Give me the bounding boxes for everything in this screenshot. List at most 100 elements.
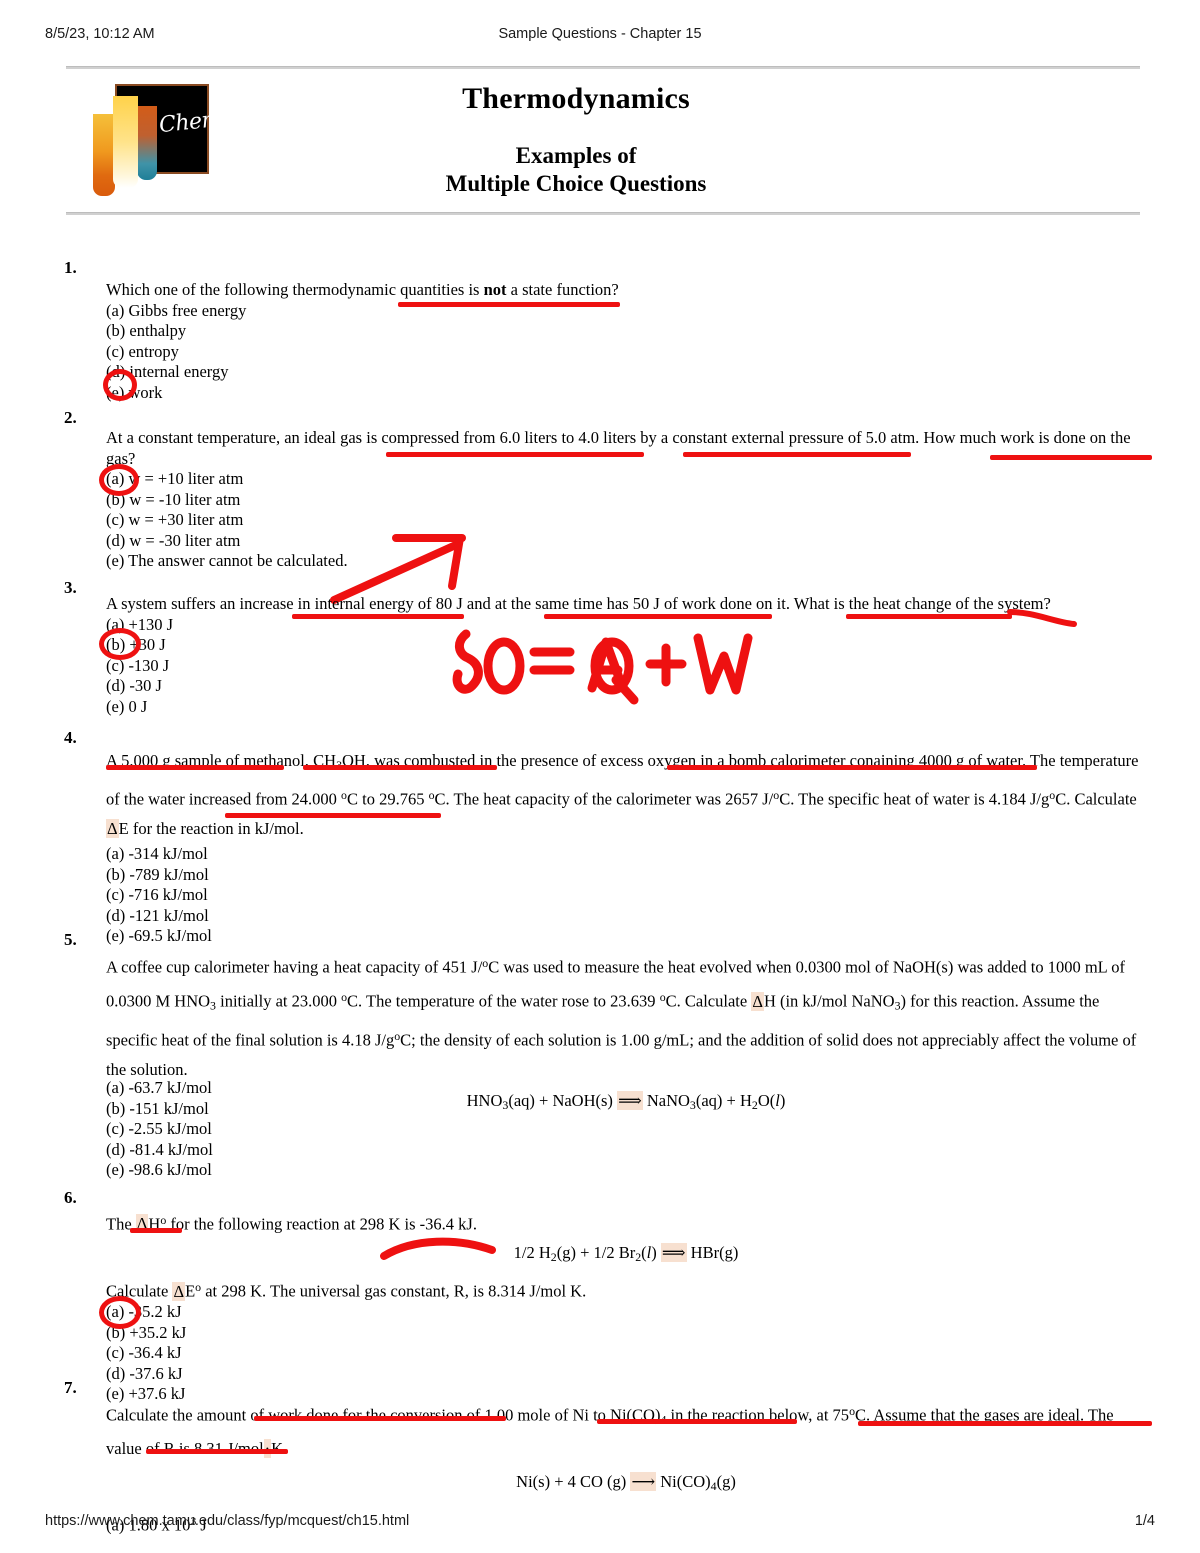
print-footer: https://www.chem.tamu.edu/class/fyp/mcqu… xyxy=(0,1513,1200,1531)
question-3-option-b[interactable]: (b) +30 J xyxy=(106,635,1146,656)
question-2-stem: At a constant temperature, an ideal gas … xyxy=(106,428,1131,468)
annotation-underline-q7-b xyxy=(597,1419,797,1424)
masthead-top-rule xyxy=(66,66,1140,69)
question-5-option-d[interactable]: (d) -81.4 kJ/mol xyxy=(106,1140,1142,1161)
question-6-option-d[interactable]: (d) -37.6 kJ xyxy=(106,1364,1146,1385)
print-footer-url: https://www.chem.tamu.edu/class/fyp/mcqu… xyxy=(45,1513,410,1529)
q6-stem-seg5: E xyxy=(185,1281,196,1301)
question-7-number: 7. xyxy=(64,1378,77,1397)
print-header-title: Sample Questions - Chapter 15 xyxy=(498,26,702,42)
question-6-body: The ΔHo for the following reaction at 29… xyxy=(106,1210,1146,1405)
chem-logo: Chem xyxy=(87,84,223,196)
page-subtitle: Examples of Multiple Choice Questions xyxy=(266,142,886,198)
page-title: Thermodynamics xyxy=(462,82,690,115)
question-6-option-c[interactable]: (c) -36.4 kJ xyxy=(106,1343,1146,1364)
question-3-option-c[interactable]: (c) -130 J xyxy=(106,656,1146,677)
question-5-stem: A coffee cup calorimeter having a heat c… xyxy=(106,956,1137,1079)
question-7-reaction: Ni(s) + 4 CO (g) ⟶ Ni(CO)4(g) xyxy=(516,1472,736,1494)
annotation-circle-q3-option-b xyxy=(99,628,141,660)
q4-stem-seg6: C. Calculate xyxy=(1055,789,1137,809)
annotation-underline-q7-d xyxy=(146,1449,288,1454)
question-6-option-a[interactable]: (a) -35.2 kJ xyxy=(106,1302,1146,1323)
question-3-number: 3. xyxy=(64,578,77,597)
logo-wordmark: Chem xyxy=(157,106,224,139)
annotation-underline-q7-c xyxy=(858,1421,1152,1426)
question-4-stem: A 5.000 g sample of methanol, CH3OH, was… xyxy=(106,751,1139,839)
annotation-circle-q6-option-c xyxy=(99,1296,141,1329)
question-1-option-c[interactable]: (c) entropy xyxy=(106,342,1142,363)
question-5-number: 5. xyxy=(64,930,77,949)
question-2-option-d[interactable]: (d) w = -30 liter atm xyxy=(106,531,1146,552)
question-2-option-e[interactable]: (e) The answer cannot be calculated. xyxy=(106,551,1146,572)
annotation-circle-q2-option-a xyxy=(99,464,139,496)
annotation-underline-q4-b xyxy=(303,765,497,770)
question-6-stem-2: Calculate ΔEo at 298 K. The universal ga… xyxy=(106,1280,587,1301)
question-2-body: At a constant temperature, an ideal gas … xyxy=(106,428,1146,572)
question-5-option-b[interactable]: (b) -151 kJ/mol xyxy=(106,1099,1142,1120)
question-3-option-e[interactable]: (e) 0 J xyxy=(106,697,1146,718)
q5-stem-seg6: H (in kJ/mol NaNO xyxy=(763,991,895,1011)
q6-stem-seg3: for the following reaction at 298 K is -… xyxy=(166,1214,477,1234)
annotation-underline-q4-d xyxy=(225,813,441,818)
question-7-stem: Calculate the amount of work done for th… xyxy=(106,1404,1114,1459)
test-tube-teal-icon xyxy=(137,106,157,180)
question-1-number: 1. xyxy=(64,258,77,277)
reaction-arrow-icon: ⟹ xyxy=(660,1242,687,1262)
question-4-body: A 5.000 g sample of methanol, CH3OH, was… xyxy=(106,746,1146,947)
question-1-option-a[interactable]: (a) Gibbs free energy xyxy=(106,301,1142,322)
q5-stem-seg5: C. Calculate xyxy=(665,991,752,1011)
masthead-bottom-rule xyxy=(66,212,1140,215)
question-5-option-a[interactable]: (a) -63.7 kJ/mol xyxy=(106,1078,1142,1099)
question-5-option-c[interactable]: (c) -2.55 kJ/mol xyxy=(106,1119,1142,1140)
question-2-option-c[interactable]: (c) w = +30 liter atm xyxy=(106,510,1146,531)
annotation-underline-q3-c xyxy=(846,614,1012,619)
q4-stem-seg4: C. The heat capacity of the calorimeter … xyxy=(434,789,774,809)
page-subtitle-line1: Examples of xyxy=(515,143,637,168)
question-4-option-b[interactable]: (b) -789 kJ/mol xyxy=(106,865,1146,886)
question-4-option-d[interactable]: (d) -121 kJ/mol xyxy=(106,906,1146,927)
q4-stem-seg3: C to 29.765 xyxy=(346,789,429,809)
question-1-stem: Which one of the following thermodynamic… xyxy=(106,280,619,299)
annotation-underline-q2-b xyxy=(683,452,911,457)
page-subtitle-line2: Multiple Choice Questions xyxy=(445,171,707,196)
question-1-option-d[interactable]: (d) internal energy xyxy=(106,362,1142,383)
question-3-stem: A system suffers an increase in internal… xyxy=(106,594,1051,613)
annotation-underline-q2-a xyxy=(386,452,644,457)
annotation-underline-q3-a xyxy=(292,614,464,619)
annotation-underline-q3-b xyxy=(544,614,772,619)
q5-stem-seg3: initially at 23.000 xyxy=(215,991,342,1011)
question-4-option-e[interactable]: (e) -69.5 kJ/mol xyxy=(106,926,1146,947)
question-6-option-b[interactable]: (b) +35.2 kJ xyxy=(106,1323,1146,1344)
question-1-option-b[interactable]: (b) enthalpy xyxy=(106,321,1142,342)
question-6-stem-1: The ΔHo for the following reaction at 29… xyxy=(106,1213,477,1234)
question-5-option-e[interactable]: (e) -98.6 kJ/mol xyxy=(106,1160,1142,1181)
q5-stem-seg1: A coffee cup calorimeter having a heat c… xyxy=(106,957,483,977)
document-page: 8/5/23, 10:12 AM Sample Questions - Chap… xyxy=(0,0,1200,1553)
question-4-option-a[interactable]: (a) -314 kJ/mol xyxy=(106,844,1146,865)
annotation-circle-q1-option-e xyxy=(103,369,137,401)
q7-stem-seg1: Calculate the amount of work done for th… xyxy=(106,1405,661,1425)
print-header: 8/5/23, 10:12 AM Sample Questions - Chap… xyxy=(0,26,1200,44)
question-6-reaction: 1/2 H2(g) + 1/2 Br2(l) ⟹ HBr(g) xyxy=(513,1242,739,1264)
test-tube-yellow-icon xyxy=(113,96,138,188)
reaction-arrow-icon: ⟶ xyxy=(630,1472,657,1492)
q6-stem-seg6: at 298 K. The universal gas constant, R,… xyxy=(201,1281,587,1301)
question-2-option-b[interactable]: (b) w = -10 liter atm xyxy=(106,490,1146,511)
q4-stem-seg5: C. The specific heat of water is 4.184 J… xyxy=(779,789,1050,809)
delta-icon: Δ xyxy=(751,991,764,1011)
question-2-option-a[interactable]: (a) w = +10 liter atm xyxy=(106,469,1146,490)
question-2-number: 2. xyxy=(64,408,77,427)
annotation-underline-q7-a xyxy=(254,1416,506,1421)
annotation-underline-q1 xyxy=(398,302,620,307)
test-tube-orange-icon xyxy=(93,114,115,196)
delta-icon: Δ xyxy=(106,819,119,839)
question-1-option-e[interactable]: (e) work xyxy=(106,383,1142,404)
question-4-option-c[interactable]: (c) -716 kJ/mol xyxy=(106,885,1146,906)
q5-stem-seg4: C. The temperature of the water rose to … xyxy=(347,991,660,1011)
annotation-underline-q4-c xyxy=(667,765,1037,770)
annotation-underline-q4-a xyxy=(106,765,284,770)
question-3-option-d[interactable]: (d) -30 J xyxy=(106,676,1146,697)
delta-icon: Δ xyxy=(172,1281,186,1301)
question-1-body: Which one of the following thermodynamic… xyxy=(106,280,1142,403)
question-5-options: (a) -63.7 kJ/mol (b) -151 kJ/mol (c) -2.… xyxy=(106,1078,1142,1181)
